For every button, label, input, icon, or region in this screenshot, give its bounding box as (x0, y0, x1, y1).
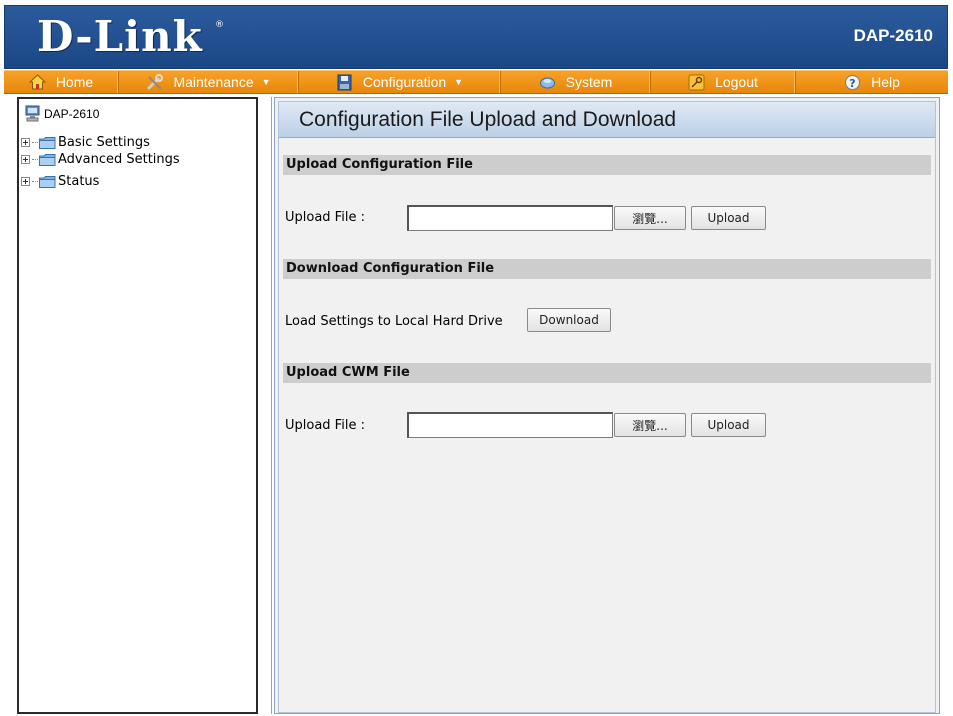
upload-cwm-file-field[interactable] (407, 412, 613, 438)
upload-cwm-browse-button[interactable]: 瀏覽... (614, 413, 686, 437)
nav-home[interactable]: Home (4, 71, 119, 93)
upload-config-upload-button[interactable]: Upload (691, 206, 766, 230)
nav-logout[interactable]: Logout (651, 71, 796, 93)
system-icon (539, 74, 556, 91)
tree-item-basic-settings[interactable]: Basic Settings (21, 135, 150, 150)
nav-system[interactable]: System (501, 71, 651, 93)
help-icon: ? (844, 74, 861, 91)
registered-mark: ® (215, 20, 224, 30)
disk-icon (336, 74, 353, 91)
navigation-tree: DAP-2610 Basic Settings Advanced Setting… (17, 97, 258, 714)
content-frame: Configuration File Upload and Download U… (278, 101, 936, 713)
page-title: Configuration File Upload and Download (299, 108, 677, 131)
expand-icon[interactable] (21, 177, 30, 186)
upload-config-file-field[interactable] (407, 205, 613, 231)
folder-icon (39, 136, 56, 149)
tree-root-label: DAP-2610 (44, 107, 100, 121)
nav-configuration-label: Configuration (362, 74, 447, 90)
nav-logout-label: Logout (715, 74, 758, 90)
tree-item-label: Advanced Settings (58, 152, 180, 167)
panel-divider (271, 97, 272, 714)
tree-root[interactable]: DAP-2610 (25, 105, 99, 123)
upload-config-browse-button[interactable]: 瀏覽... (614, 206, 686, 230)
tree-item-label: Status (58, 174, 100, 189)
chevron-down-icon: ▼ (454, 77, 464, 87)
computer-icon (25, 105, 41, 123)
tree-item-advanced-settings[interactable]: Advanced Settings (21, 152, 180, 167)
folder-icon (39, 153, 56, 166)
expand-icon[interactable] (21, 155, 30, 164)
download-config-label: Load Settings to Local Hard Drive (285, 314, 503, 329)
folder-icon (39, 175, 56, 188)
tree-connector (32, 142, 38, 143)
nav-system-label: System (565, 74, 613, 90)
tree-connector (32, 181, 38, 182)
download-button[interactable]: Download (527, 308, 611, 332)
header-banner: D-Link ® DAP-2610 (4, 5, 948, 69)
nav-help-label: Help (871, 74, 900, 90)
download-config-heading: Download Configuration File (283, 259, 931, 279)
upload-cwm-heading: Upload CWM File (283, 363, 931, 383)
tools-icon (146, 73, 164, 91)
svg-text:?: ? (849, 77, 855, 90)
tree-item-status[interactable]: Status (21, 174, 99, 189)
upload-cwm-upload-button[interactable]: Upload (691, 413, 766, 437)
upload-config-heading: Upload Configuration File (283, 155, 931, 175)
key-icon (688, 74, 705, 91)
nav-maintenance-label: Maintenance (173, 74, 254, 90)
tree-connector (32, 159, 38, 160)
upload-cwm-label: Upload File : (285, 418, 365, 433)
home-icon (28, 73, 47, 91)
nav-maintenance[interactable]: Maintenance ▼ (119, 71, 299, 93)
chevron-down-icon: ▼ (261, 77, 271, 87)
tree-item-label: Basic Settings (58, 135, 150, 150)
model-name: DAP-2610 (853, 26, 933, 45)
nav-configuration[interactable]: Configuration ▼ (299, 71, 501, 93)
title-bar: Configuration File Upload and Download (279, 102, 935, 138)
main-nav: Home Maintenance ▼ Configuration ▼ Syste… (4, 70, 948, 94)
upload-config-label: Upload File : (285, 210, 365, 225)
nav-home-label: Home (55, 74, 94, 90)
dlink-logo: D-Link (37, 12, 203, 61)
nav-help[interactable]: ? Help (796, 71, 948, 93)
expand-icon[interactable] (21, 138, 30, 147)
main-panel: Configuration File Upload and Download U… (274, 97, 940, 714)
